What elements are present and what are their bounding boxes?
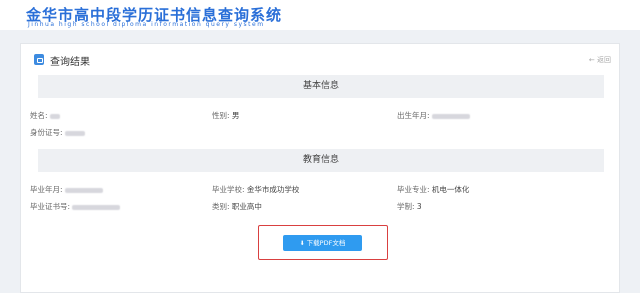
birth-field: 出生年月: <box>397 110 470 121</box>
gender-field: 性别: 男 <box>212 110 239 121</box>
gender-label: 性别: <box>212 111 230 120</box>
school-label: 毕业学校: <box>212 185 245 194</box>
panel-header: 查询结果 ← 返回 <box>21 44 621 74</box>
duration-label: 学制: <box>397 202 415 211</box>
result-panel: 查询结果 ← 返回 基本信息 姓名: 性别: 男 出生年月: 身份证号: 教育信… <box>20 43 620 293</box>
name-label: 姓名: <box>30 111 48 120</box>
major-field: 毕业专业: 机电一体化 <box>397 184 469 195</box>
back-link[interactable]: ← 返回 <box>589 55 611 65</box>
major-label: 毕业专业: <box>397 185 430 194</box>
cert-no-value-redacted <box>72 204 121 210</box>
gender-value: 男 <box>231 111 240 120</box>
id-label: 身份证号: <box>30 128 63 137</box>
document-icon <box>34 54 44 65</box>
download-pdf-button[interactable]: ⬇ 下载PDF文档 <box>283 235 362 251</box>
basic-info-section-title: 基本信息 <box>38 75 604 98</box>
download-highlight-box: ⬇ 下载PDF文档 <box>258 225 388 260</box>
grad-date-label: 毕业年月: <box>30 185 63 194</box>
cert-no-label: 毕业证书号: <box>30 202 71 211</box>
duration-field: 学制: 3 <box>397 201 422 212</box>
grad-date-value-redacted <box>64 187 103 193</box>
school-field: 毕业学校: 金华市成功学校 <box>212 184 299 195</box>
category-field: 类别: 职业高中 <box>212 201 262 212</box>
category-label: 类别: <box>212 202 230 211</box>
duration-value: 3 <box>416 202 422 211</box>
panel-title: 查询结果 <box>50 57 90 68</box>
name-value-redacted <box>49 113 60 119</box>
education-info-section-title: 教育信息 <box>38 149 604 172</box>
site-subtitle: Jinhua high school diploma information q… <box>28 21 265 28</box>
cert-no-field: 毕业证书号: <box>30 201 121 212</box>
school-value: 金华市成功学校 <box>246 185 300 194</box>
download-icon: ⬇ <box>299 240 305 247</box>
category-value: 职业高中 <box>231 202 262 211</box>
birth-label: 出生年月: <box>397 111 430 120</box>
grad-date-field: 毕业年月: <box>30 184 103 195</box>
download-pdf-label: 下载PDF文档 <box>306 239 346 247</box>
name-field: 姓名: <box>30 110 60 121</box>
id-value-redacted <box>64 130 85 136</box>
major-value: 机电一体化 <box>431 185 470 194</box>
birth-value-redacted <box>431 113 470 119</box>
site-header: 金华市高中段学历证书信息查询系统 Jinhua high school dipl… <box>0 0 640 30</box>
id-field: 身份证号: <box>30 127 85 138</box>
